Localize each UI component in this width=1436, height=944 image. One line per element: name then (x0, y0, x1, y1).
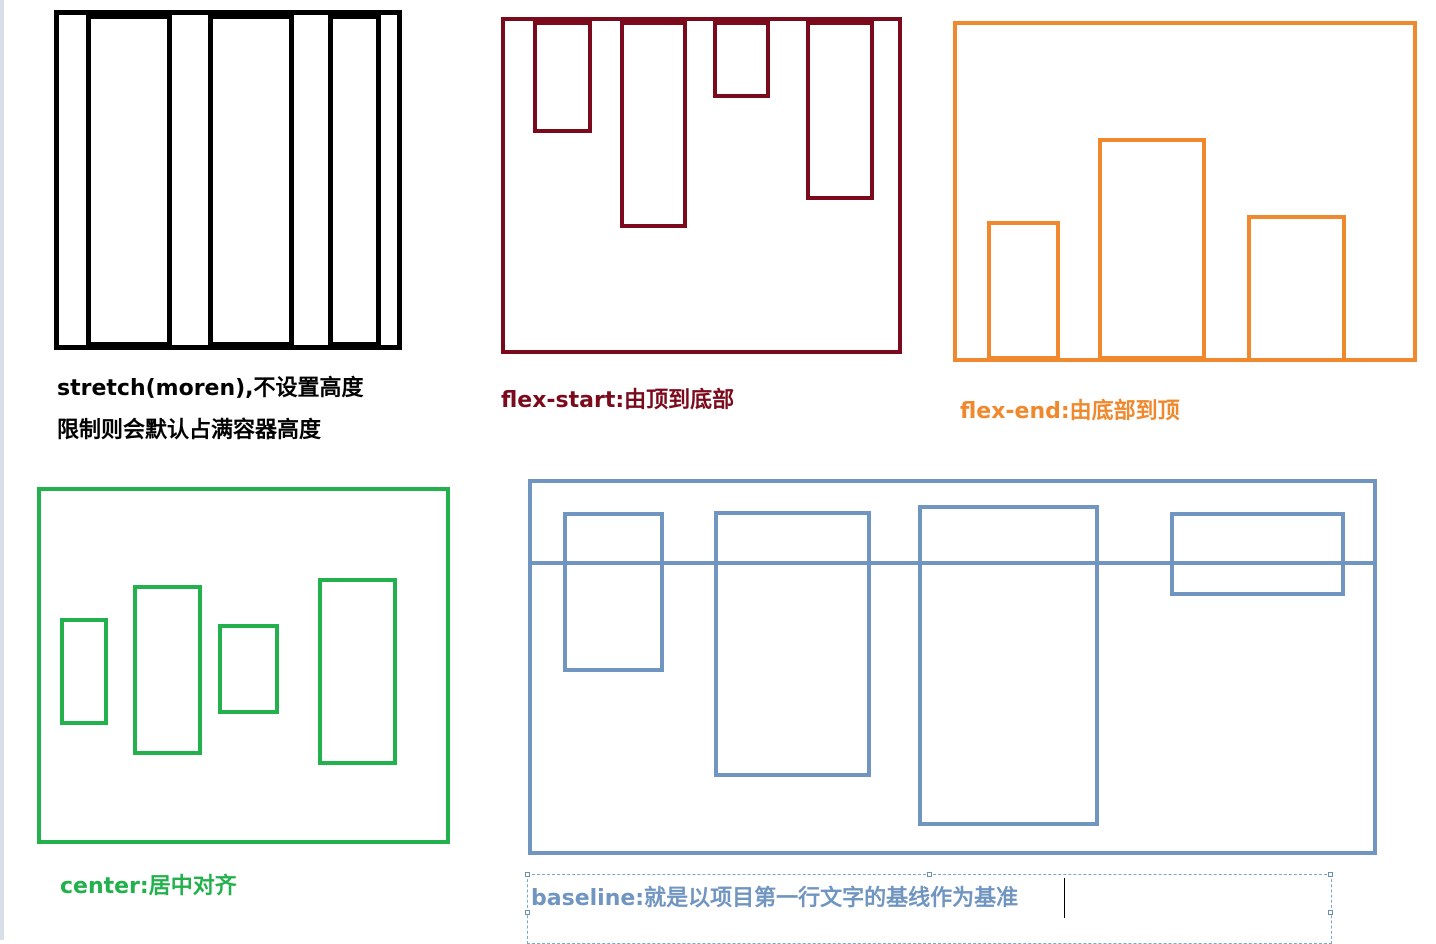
flex-end-caption: flex-end:由底部到顶 (960, 399, 1180, 424)
resize-handle-top-center[interactable] (927, 872, 932, 877)
left-edge-strip (0, 0, 4, 940)
stretch-caption-line-2: 限制则会默认占满容器高度 (57, 418, 322, 443)
flex-end-item-2 (1098, 138, 1206, 360)
text-cursor (1064, 878, 1065, 918)
flex-start-caption: flex-start:由顶到底部 (501, 388, 735, 413)
baseline-item-4 (1170, 512, 1345, 596)
flex-start-item-2 (620, 21, 687, 228)
stretch-item-3 (328, 14, 381, 347)
center-caption: center:居中对齐 (60, 874, 237, 899)
baseline-item-2 (714, 511, 871, 777)
flex-start-item-3 (713, 21, 770, 98)
flex-end-item-3 (1247, 215, 1346, 362)
baseline-guide-line (532, 561, 1373, 565)
stretch-caption-line-1: stretch(moren),不设置高度 (57, 376, 364, 401)
baseline-item-3 (918, 505, 1099, 826)
flex-end-item-1 (987, 221, 1060, 360)
center-item-2 (133, 585, 202, 755)
resize-handle-top-right[interactable] (1328, 872, 1333, 877)
flex-start-item-1 (533, 21, 592, 133)
center-item-4 (318, 578, 397, 765)
center-item-3 (218, 624, 279, 714)
center-item-1 (60, 618, 108, 725)
resize-handle-middle-right[interactable] (1328, 910, 1333, 915)
resize-handle-middle-left[interactable] (525, 910, 530, 915)
baseline-item-1 (563, 512, 664, 672)
resize-handle-top-left[interactable] (525, 872, 530, 877)
stretch-item-2 (208, 14, 294, 347)
stretch-item-1 (86, 14, 172, 347)
flex-start-item-4 (806, 21, 874, 200)
baseline-caption[interactable]: baseline:就是以项目第一行文字的基线作为基准 (531, 878, 1018, 920)
